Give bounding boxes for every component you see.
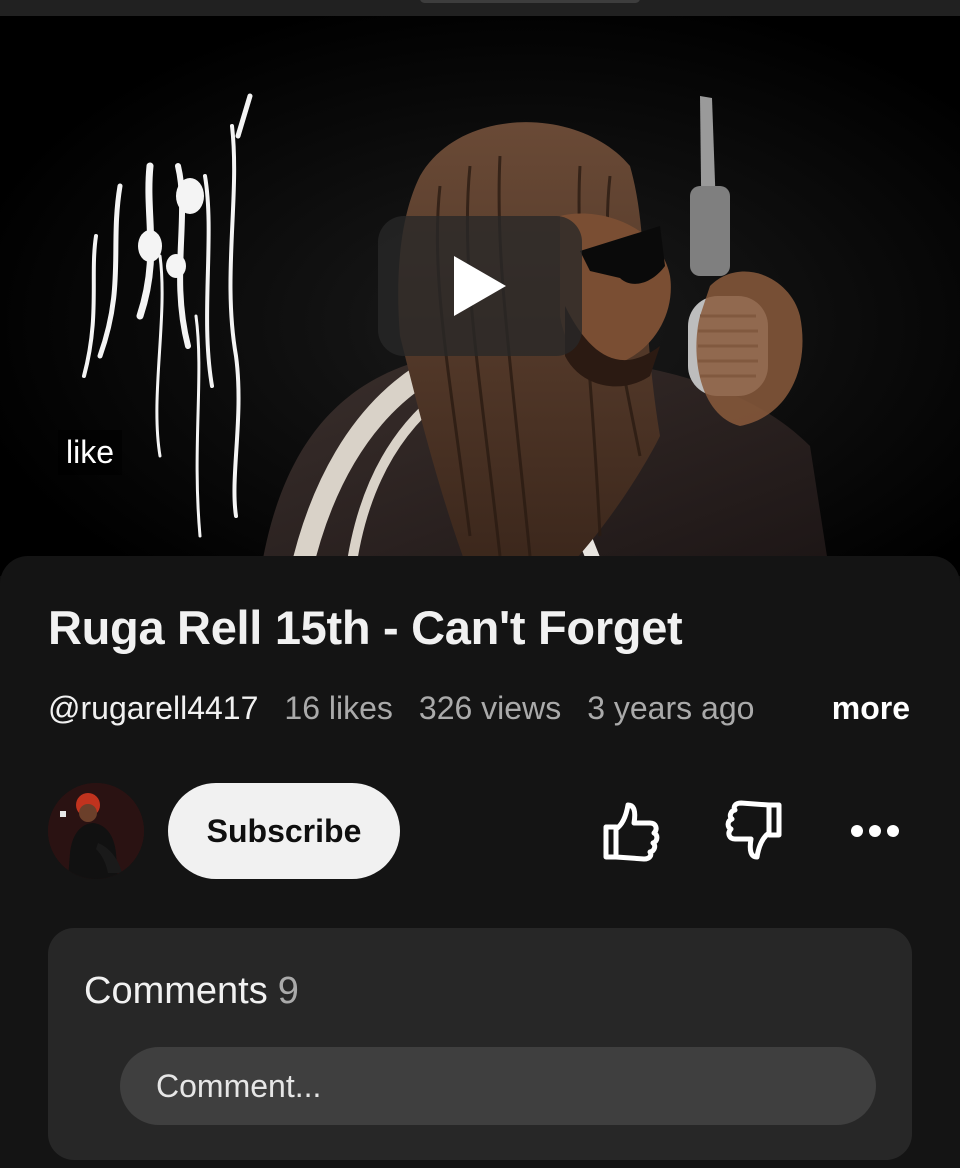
comments-label: Comments	[84, 970, 268, 1012]
comments-section[interactable]: Comments 9 Comment...	[48, 928, 912, 1160]
more-options-icon	[851, 825, 899, 837]
thumbs-up-icon	[603, 802, 660, 862]
play-icon	[454, 256, 506, 316]
subscribe-button[interactable]: Subscribe	[168, 783, 400, 879]
video-title: Ruga Rell 15th - Can't Forget	[48, 601, 683, 654]
like-count: 16 likes	[284, 690, 393, 726]
drag-handle[interactable]	[420, 0, 640, 3]
play-button[interactable]	[378, 216, 582, 356]
channel-avatar[interactable]	[48, 783, 144, 879]
thumbs-down-icon	[725, 800, 782, 860]
upload-age: 3 years ago	[587, 690, 755, 726]
avatar-image	[48, 783, 144, 879]
video-meta[interactable]: @rugarell4417 16 likes 326 views 3 years…	[48, 690, 918, 727]
comments-header: Comments 9	[84, 970, 299, 1013]
more-link[interactable]: more	[813, 690, 910, 727]
video-overlay-text: like	[58, 430, 123, 475]
comments-count: 9	[277, 970, 299, 1012]
video-player[interactable]: like	[0, 16, 960, 576]
dislike-button[interactable]	[720, 796, 790, 866]
comment-input[interactable]: Comment...	[120, 1047, 876, 1125]
top-bar	[0, 0, 960, 16]
more-options-button[interactable]	[840, 796, 910, 866]
channel-handle[interactable]: @rugarell4417	[48, 690, 258, 727]
like-button[interactable]	[595, 796, 665, 866]
view-count: 326 views	[418, 690, 562, 726]
